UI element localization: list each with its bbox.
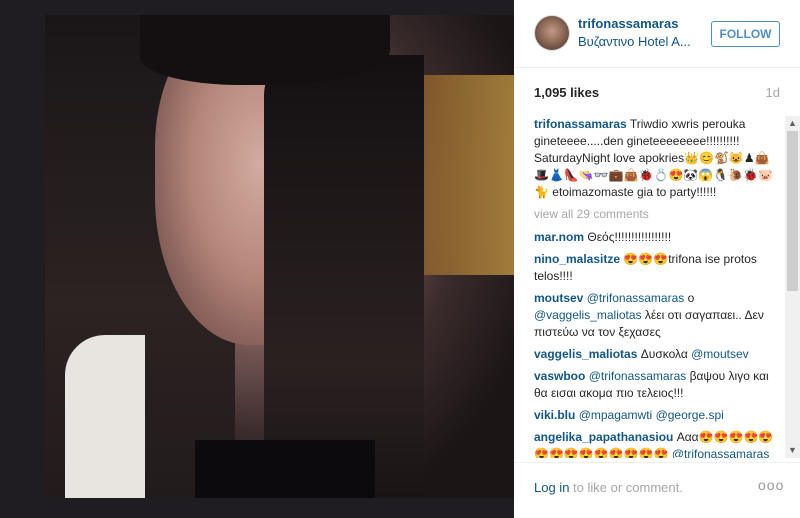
more-options-icon[interactable]: ooo [758, 477, 784, 493]
comment-item: vaggelis_maliotas Δυσκολα @moutsev [534, 346, 776, 363]
avatar[interactable] [534, 15, 570, 51]
likes-row: 1,095 likes 1d [534, 85, 780, 101]
post-age[interactable]: 1d [766, 85, 780, 100]
scroll-up-icon[interactable]: ▲ [785, 116, 800, 131]
photo-panel [0, 0, 514, 518]
scroll-down-icon[interactable]: ▼ [785, 443, 800, 458]
comment-mention[interactable]: @moutsev [691, 347, 749, 361]
follow-button[interactable]: FOLLOW [711, 21, 780, 47]
comment-username[interactable]: angelika_papathanasiou [534, 430, 673, 444]
comment-username[interactable]: moutsev [534, 291, 583, 305]
post-header: trifonassamaras Βυζαντινο Hotel A... FOL… [514, 0, 800, 68]
view-all-comments-link[interactable]: view all 29 comments [534, 206, 776, 223]
login-link[interactable]: Log in [534, 480, 569, 495]
comment-username[interactable]: vaswboo [534, 369, 585, 383]
login-prompt: Log in to like or comment. [534, 480, 683, 495]
comment-mention[interactable]: @vaggelis_maliotas [534, 308, 642, 322]
comment-text: Θεός!!!!!!!!!!!!!!!!! [587, 230, 672, 244]
post-footer: Log in to like or comment. ooo [514, 462, 800, 518]
comment-container: mar.nom Θεός!!!!!!!!!!!!!!!!! nino_malasi… [534, 229, 776, 458]
comment-mention[interactable]: @trifonassamaras [589, 369, 687, 383]
comment-mention[interactable]: @trifonassamaras [672, 447, 770, 458]
post-username[interactable]: trifonassamaras [578, 16, 678, 31]
comment-mention[interactable]: @mpagamwti [579, 408, 653, 422]
scroll-thumb[interactable] [787, 131, 798, 291]
comment-text: ο [684, 291, 695, 305]
post-photo [45, 15, 514, 498]
post-sidebar: trifonassamaras Βυζαντινο Hotel A... FOL… [514, 0, 800, 518]
comment-username[interactable]: nino_malasitze [534, 252, 620, 266]
caption-username[interactable]: trifonassamaras [534, 117, 627, 131]
comment-item: moutsev @trifonassamaras ο @vaggelis_mal… [534, 290, 776, 341]
comment-item: vaswboo @trifonassamaras βαψου λιγο και … [534, 368, 776, 402]
login-text: to like or comment. [569, 480, 683, 495]
comment-username[interactable]: vaggelis_maliotas [534, 347, 637, 361]
comment-username[interactable]: viki.blu [534, 408, 575, 422]
comment-item: angelika_papathanasiou Ααα😍😍😍😍😍😍😍😍😍😍😍😍😍😍… [534, 429, 776, 458]
comment-username[interactable]: mar.nom [534, 230, 584, 244]
comment-item: nino_malasitze 😍😍😍trifona ise protos tel… [534, 251, 776, 285]
comment-mention[interactable]: @george.spi [656, 408, 724, 422]
comments-list: trifonassamaras Triwdio xwris perouka gi… [534, 116, 776, 458]
comment-mention[interactable]: @trifonassamaras [587, 291, 685, 305]
caption: trifonassamaras Triwdio xwris perouka gi… [534, 116, 776, 201]
comments-scrollbar[interactable]: ▲ ▼ [785, 116, 800, 458]
comment-item: viki.blu @mpagamwti @george.spi [534, 407, 776, 424]
likes-count[interactable]: 1,095 likes [534, 85, 599, 100]
comment-item: mar.nom Θεός!!!!!!!!!!!!!!!!! [534, 229, 776, 246]
post-location[interactable]: Βυζαντινο Hotel A... [578, 34, 691, 49]
comment-text: Δυσκολα [640, 347, 692, 361]
